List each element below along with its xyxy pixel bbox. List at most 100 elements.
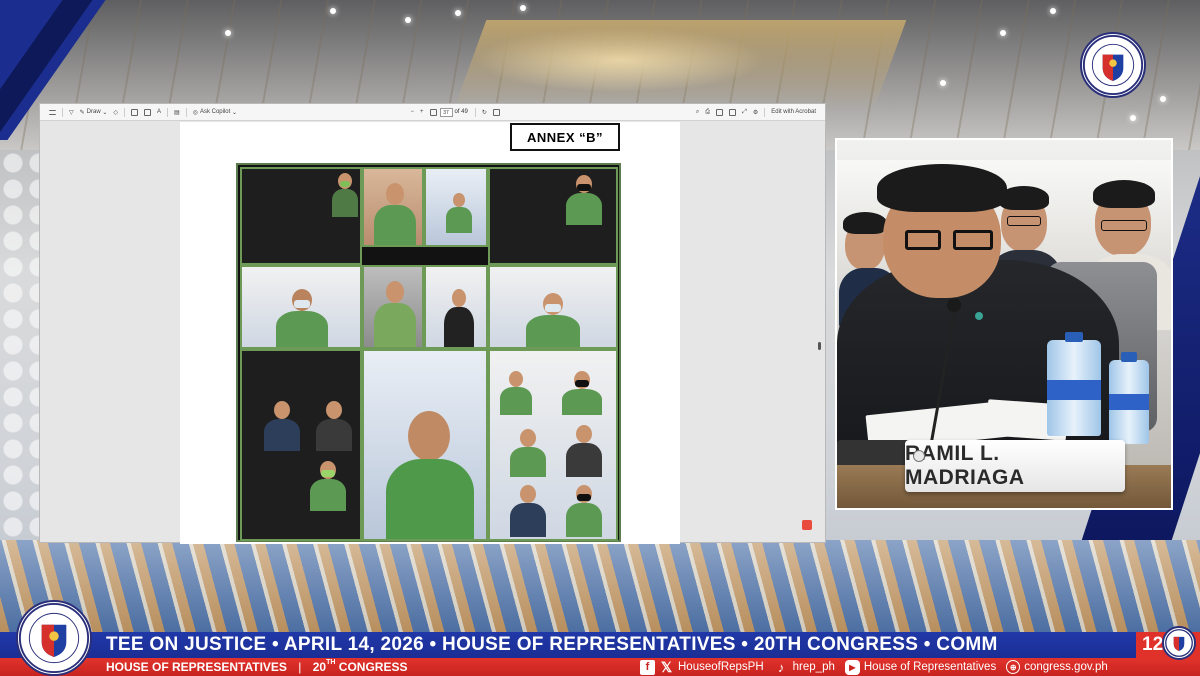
zoom-in-icon[interactable]: + xyxy=(417,106,427,119)
house-seal-logo-small xyxy=(1162,626,1196,660)
text-box-icon[interactable] xyxy=(128,106,141,119)
read-aloud-icon[interactable]: A xyxy=(154,106,164,119)
facebook-x-handle: HouseofRepsPH xyxy=(678,661,764,673)
page-number-input[interactable]: 37 xyxy=(439,107,453,117)
lapel-pin xyxy=(975,312,983,320)
globe-icon: ⊕ xyxy=(1006,660,1021,674)
ceiling-light xyxy=(1160,96,1166,102)
house-seal-logo-large xyxy=(16,600,92,676)
video-tile xyxy=(240,265,362,349)
house-label: HOUSE OF REPRESENTATIVES xyxy=(106,660,287,674)
video-tile xyxy=(424,265,488,349)
speaker-nameplate: RAMIL L. MADRIAGA xyxy=(905,440,1125,492)
participant xyxy=(330,173,360,217)
participant xyxy=(508,429,548,477)
participant xyxy=(308,461,348,511)
youtube-link[interactable]: ▶ House of Representatives xyxy=(844,659,997,675)
ceiling-light xyxy=(1000,30,1006,36)
tiktok-link[interactable]: ♪ hrep_ph xyxy=(774,660,835,675)
pdf-page: ANNEX “B” xyxy=(180,122,680,544)
x-icon: 𝕏 xyxy=(660,658,673,675)
participant xyxy=(564,485,604,537)
toolbar-divider xyxy=(62,107,63,117)
seats-shade xyxy=(0,540,1200,635)
water-bottle xyxy=(1047,332,1101,436)
speaker-camera-feed: RAMIL L. MADRIAGA xyxy=(835,138,1173,510)
nameplate-text: RAMIL L. MADRIAGA xyxy=(905,442,1025,489)
search-icon[interactable]: ⌕ xyxy=(693,106,702,119)
facebook-icon: f xyxy=(640,659,655,675)
participant xyxy=(508,485,548,537)
dot-pattern xyxy=(0,150,40,590)
immersive-reader-icon[interactable]: ▤ xyxy=(171,106,183,119)
microphone-head xyxy=(947,298,961,312)
video-tile-group xyxy=(488,349,618,541)
ticker-text: TEE ON JUSTICE • APRIL 14, 2026 • HOUSE … xyxy=(106,634,998,655)
save-icon[interactable] xyxy=(713,106,726,119)
video-tile xyxy=(488,265,618,349)
participant xyxy=(564,425,604,477)
congress-number: 20 xyxy=(312,660,327,674)
youtube-icon: ▶ xyxy=(844,659,860,675)
active-speaker xyxy=(382,411,478,539)
menu-icon[interactable] xyxy=(46,106,59,119)
news-ticker: TEE ON JUSTICE • APRIL 14, 2026 • HOUSE … xyxy=(0,632,1200,658)
zoom-out-icon[interactable]: − xyxy=(407,106,417,119)
page-view-icon[interactable] xyxy=(141,106,154,119)
settings-icon[interactable]: ⚙ xyxy=(750,106,761,119)
participant xyxy=(560,371,604,415)
toolbar-divider xyxy=(764,107,766,117)
participant xyxy=(498,371,534,415)
nameplate-seal-icon xyxy=(913,450,925,462)
participant xyxy=(442,289,476,347)
pdf-app-icon xyxy=(802,520,812,530)
draw-button[interactable]: ✎ Draw ⌄ xyxy=(77,106,111,119)
house-seal-icon xyxy=(18,602,90,674)
participant xyxy=(262,401,302,451)
house-seal-icon xyxy=(1165,629,1193,657)
website-link[interactable]: ⊕ congress.gov.ph xyxy=(1006,660,1108,674)
house-seal-logo xyxy=(1080,32,1146,98)
ceiling-light xyxy=(1130,115,1136,121)
print-icon[interactable]: ⎙ xyxy=(702,106,713,119)
fit-page-icon[interactable] xyxy=(427,106,440,119)
video-tile xyxy=(488,167,618,265)
ceiling-glow xyxy=(453,20,907,110)
participant xyxy=(564,175,604,225)
ceiling-light xyxy=(330,8,336,14)
pdf-toolbar: ▽ ✎ Draw ⌄ ◇ A ▤ ◎ Ask Copilot ⌄ − + 37 of… xyxy=(40,104,825,121)
participant xyxy=(372,183,418,245)
edit-with-acrobat-button[interactable]: Edit with Acrobat xyxy=(768,106,819,119)
highlight-icon[interactable]: ▽ xyxy=(66,106,77,119)
video-tile-group xyxy=(240,349,362,541)
draw-label: Draw xyxy=(86,109,101,115)
save-as-icon[interactable] xyxy=(726,106,739,119)
footer-left: HOUSE OF REPRESENTATIVES | 20TH CONGRESS xyxy=(106,658,407,676)
congress-label: CONGRESS xyxy=(338,660,408,674)
page-layout-icon[interactable] xyxy=(490,106,503,119)
participant xyxy=(372,281,418,347)
toolbar-divider xyxy=(124,107,125,117)
pdf-viewer-window: ▽ ✎ Draw ⌄ ◇ A ▤ ◎ Ask Copilot ⌄ − + 37 of… xyxy=(39,103,826,544)
website-url: congress.gov.ph xyxy=(1024,661,1108,673)
pdf-scrollbar[interactable] xyxy=(818,342,821,350)
ceiling-light xyxy=(940,80,946,86)
participant xyxy=(314,401,354,451)
page-total-label: of 49 xyxy=(454,109,468,115)
rotate-icon[interactable]: ↻ xyxy=(479,106,490,119)
zoom-meeting-screenshot xyxy=(236,163,621,542)
congress-suffix: TH xyxy=(326,659,336,666)
participant xyxy=(444,193,474,233)
eraser-icon[interactable]: ◇ xyxy=(110,106,121,119)
house-seal-icon xyxy=(1082,34,1144,96)
copilot-icon: ◎ xyxy=(192,109,198,116)
video-tile xyxy=(240,167,362,265)
facebook-x-link[interactable]: f 𝕏 HouseofRepsPH xyxy=(640,658,764,675)
video-tile xyxy=(362,167,424,247)
ceiling-light xyxy=(455,10,461,16)
fullscreen-icon[interactable]: ⤢ xyxy=(739,106,750,119)
ask-copilot-button[interactable]: ◎ Ask Copilot ⌄ xyxy=(190,106,240,119)
youtube-channel: House of Representatives xyxy=(863,661,997,673)
ceiling-light xyxy=(520,5,526,11)
ticker-clip: TEE ON JUSTICE • APRIL 14, 2026 • HOUSE … xyxy=(0,632,1136,658)
